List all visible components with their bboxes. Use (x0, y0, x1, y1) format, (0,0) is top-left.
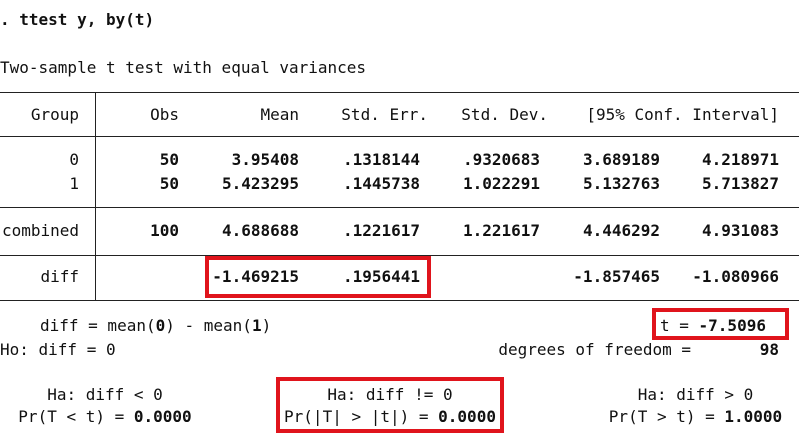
cell-group: 1 (69, 174, 79, 193)
t-highlight-box (652, 308, 789, 340)
cell-obs: 50 (159, 150, 179, 169)
cell-ci-high: 4.931083 (701, 221, 779, 240)
cell-ci-high: -1.080966 (692, 267, 779, 286)
cell-obs: 100 (150, 221, 179, 240)
df-label: degrees of freedom = (498, 340, 691, 359)
diff-definition: diff = mean(0) - mean(1) (40, 316, 272, 335)
p-right: Pr(T > t) = 1.0000 (608, 407, 783, 426)
cell-mean: 3.95408 (231, 150, 299, 169)
cell-std-dev: 1.221617 (462, 221, 540, 240)
cell-std-err: .1445738 (342, 174, 420, 193)
cell-ci-low: 4.446292 (582, 221, 660, 240)
df-value: 98 (759, 340, 779, 359)
cell-ci-low: 3.689189 (582, 150, 660, 169)
cell-ci-low: -1.857465 (573, 267, 660, 286)
p-left: Pr(T < t) = 0.0000 (18, 407, 192, 426)
cell-ci-high: 5.713827 (701, 174, 779, 193)
ha-left: Ha: diff < 0 (47, 385, 163, 404)
cell-std-err: .1318144 (342, 150, 420, 169)
table-bottom-rule (0, 300, 799, 301)
cell-obs: 50 (159, 174, 179, 193)
cell-group: diff (40, 267, 79, 286)
header-std-dev: Std. Dev. (461, 105, 548, 124)
header-std-err: Std. Err. (341, 105, 428, 124)
cell-mean: 5.423295 (221, 174, 299, 193)
cell-ci-low: 5.132763 (582, 174, 660, 193)
cell-mean: 4.688688 (221, 221, 299, 240)
table-top-rule (0, 92, 799, 93)
diff-highlight-box (205, 256, 431, 298)
cell-ci-high: 4.218971 (701, 150, 779, 169)
header-group: Group (30, 105, 79, 124)
command-line: . ttest y, by(t) (0, 10, 155, 29)
null-hypothesis: Ho: diff = 0 (0, 340, 116, 359)
cell-std-dev: .9320683 (462, 150, 540, 169)
header-mean: Mean (260, 105, 299, 124)
cell-group: combined (1, 221, 79, 240)
header-obs: Obs (150, 105, 179, 124)
two-sided-highlight-box (276, 377, 504, 433)
header-rule (0, 136, 799, 137)
group-rule (0, 207, 799, 208)
header-conf-interval: [95% Conf. Interval] (586, 105, 779, 124)
cell-std-dev: 1.022291 (462, 174, 540, 193)
group-column-divider (95, 92, 96, 300)
test-title: Two-sample t test with equal variances (0, 58, 367, 77)
cell-group: 0 (69, 150, 79, 169)
cell-std-err: .1221617 (342, 221, 420, 240)
ha-right: Ha: diff > 0 (637, 385, 754, 404)
